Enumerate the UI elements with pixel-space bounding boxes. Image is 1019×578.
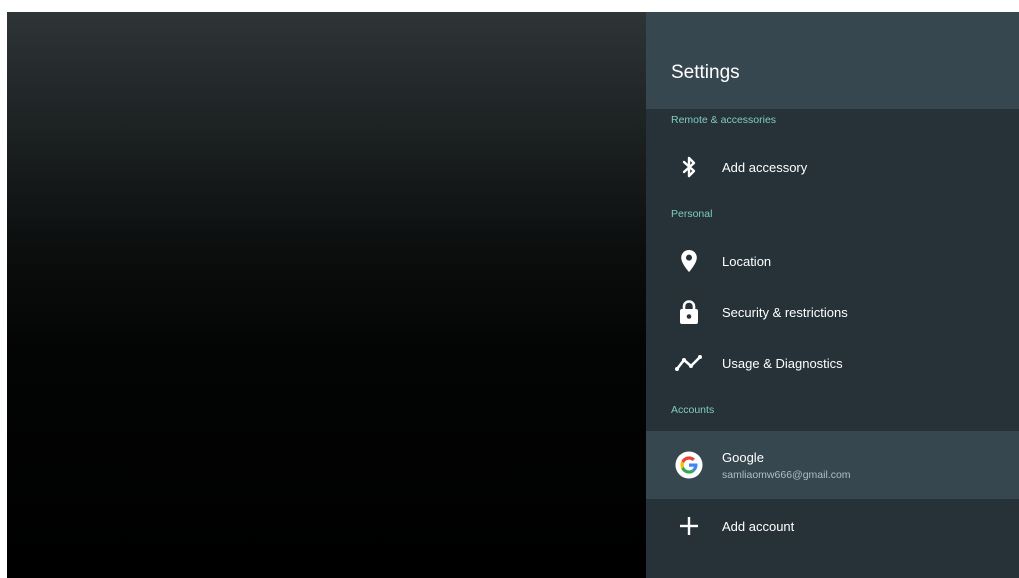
security-restrictions-label: Security & restrictions <box>722 304 848 320</box>
section-label-personal: Personal <box>671 208 713 220</box>
settings-item-security-restrictions[interactable]: Security & restrictions <box>646 287 1019 337</box>
settings-item-usage-diagnostics[interactable]: Usage & Diagnostics <box>646 338 1019 388</box>
settings-panel: Settings Remote & accessories Add access… <box>646 12 1019 578</box>
google-account-email: samliaomw666@gmail.com <box>722 468 851 481</box>
page-title: Settings <box>671 62 740 83</box>
bluetooth-icon <box>675 153 703 181</box>
settings-item-add-accessory[interactable]: Add accessory <box>646 142 1019 192</box>
add-account-label: Add account <box>722 518 795 534</box>
tv-screen: Settings Remote & accessories Add access… <box>7 12 1019 578</box>
settings-header: Settings <box>646 12 1019 109</box>
google-logo-icon <box>675 451 703 479</box>
location-pin-icon <box>675 247 703 275</box>
google-account-label: Google <box>722 449 764 465</box>
usage-diagnostics-label: Usage & Diagnostics <box>722 355 843 371</box>
background-content-area <box>7 12 646 578</box>
settings-item-location[interactable]: Location <box>646 236 1019 286</box>
diagnostics-trend-icon <box>675 349 703 377</box>
settings-item-google-account[interactable]: Google samliaomw666@gmail.com <box>646 431 1019 499</box>
section-label-accounts: Accounts <box>671 404 715 416</box>
settings-item-add-account[interactable]: Add account <box>646 501 1019 551</box>
lock-icon <box>675 298 703 326</box>
location-label: Location <box>722 253 772 269</box>
plus-icon <box>675 512 703 540</box>
section-label-remote-accessories: Remote & accessories <box>671 114 777 126</box>
add-accessory-label: Add accessory <box>722 159 808 175</box>
